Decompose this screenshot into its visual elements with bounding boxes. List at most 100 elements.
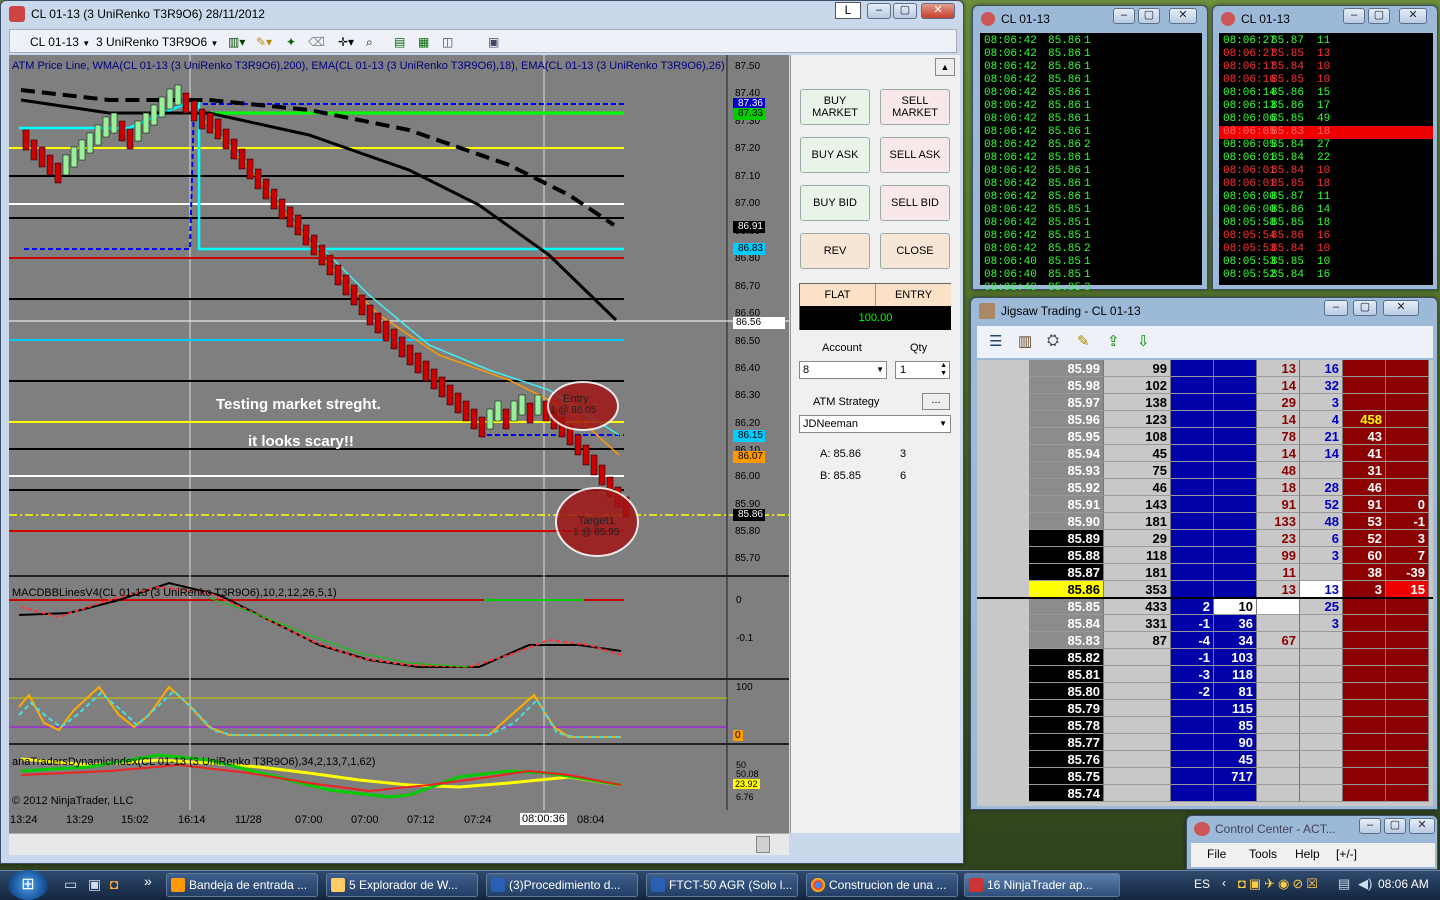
dom-cell-a2[interactable]: -39	[1386, 564, 1429, 581]
dom-cell-b2[interactable]: 115	[1214, 700, 1257, 717]
dom-cell-b1[interactable]	[1171, 445, 1214, 462]
dom-cell-a2[interactable]: 15	[1386, 581, 1429, 598]
data-box-icon[interactable]: ▣	[483, 32, 504, 52]
dom-row[interactable]: 85.87 181 11 38 -39	[977, 564, 1432, 581]
dom-cell-s2[interactable]	[1300, 717, 1343, 734]
annotation-1[interactable]: Testing market streght.	[216, 396, 381, 413]
dom-cell-s1[interactable]	[1257, 598, 1300, 615]
dom-cell-a2[interactable]	[1386, 411, 1429, 428]
buy-market-button[interactable]: BUY MARKET	[800, 89, 870, 125]
dom-cell-s1[interactable]	[1257, 615, 1300, 632]
dom-cell-s1[interactable]: 11	[1257, 564, 1300, 581]
dom-row[interactable]: 85.88 118 99 3 60 7	[977, 547, 1432, 564]
account-select[interactable]: 8 ▼	[799, 361, 887, 379]
dom-cell-s1[interactable]	[1257, 768, 1300, 785]
dom-cell-a2[interactable]: 0	[1386, 496, 1429, 513]
explorer-quicklaunch-icon[interactable]: ▣	[88, 876, 101, 893]
dom-cell-b2[interactable]	[1214, 377, 1257, 394]
dom-cell-b1[interactable]: -3	[1171, 666, 1214, 683]
dom-cell-b2[interactable]: 103	[1214, 649, 1257, 666]
dom-cell-a2[interactable]	[1386, 683, 1429, 700]
dom-cell-b2[interactable]	[1214, 564, 1257, 581]
dom-cell-a1[interactable]	[1343, 768, 1386, 785]
volume-icon[interactable]: ◀)	[1358, 876, 1372, 892]
period-selector[interactable]: 3 UniRenko T3R9O6 ▼	[91, 32, 223, 52]
dom-cell-s1[interactable]	[1257, 649, 1300, 666]
network-icon[interactable]: ▤	[1338, 876, 1350, 892]
close-button[interactable]: ✕	[921, 3, 955, 19]
dom-cell-b2[interactable]: 10	[1214, 598, 1257, 615]
maximize-button[interactable]: ▢	[893, 3, 917, 19]
order-panel-scroll-up[interactable]: ▲	[935, 58, 955, 76]
draw-tool-icon[interactable]: ✦	[281, 32, 301, 52]
dom-row[interactable]: 85.82 -1 103	[977, 649, 1432, 666]
dom-cell-s2[interactable]: 3	[1300, 615, 1343, 632]
dom-row[interactable]: 85.76 45	[977, 751, 1432, 768]
dom-cell-a2[interactable]	[1386, 360, 1429, 377]
dom-cell-a2[interactable]: 3	[1386, 530, 1429, 547]
sell-ask-button[interactable]: SELL ASK	[880, 137, 950, 173]
buy-ask-button[interactable]: BUY ASK	[800, 137, 870, 173]
dom-row[interactable]: 85.98 102 14 32	[977, 377, 1432, 394]
dom-cell-b2[interactable]	[1214, 496, 1257, 513]
dom-cell-a1[interactable]	[1343, 649, 1386, 666]
dom-cell-b1[interactable]	[1171, 513, 1214, 530]
start-button[interactable]: ⊞	[8, 870, 48, 900]
dom-cell-b1[interactable]	[1171, 717, 1214, 734]
buy-bid-button[interactable]: BUY BID	[800, 185, 870, 221]
dom-cell-a2[interactable]	[1386, 700, 1429, 717]
dom-row[interactable]: 85.86 353 13 13 3 15	[977, 581, 1432, 598]
qty-stepper[interactable]: 1 ▲ ▼	[895, 361, 950, 379]
dom-cell-a2[interactable]	[1386, 717, 1429, 734]
dom-cell-b1[interactable]	[1171, 751, 1214, 768]
dom-cell-b2[interactable]	[1214, 394, 1257, 411]
dom-row[interactable]: 85.78 85	[977, 717, 1432, 734]
dom-cell-s2[interactable]: 48	[1300, 513, 1343, 530]
tray-icons[interactable]: ◘▣✈◉⊘☒	[1238, 876, 1321, 892]
dom-row[interactable]: 85.85 433 2 10 25	[977, 598, 1432, 615]
dom-cell-b1[interactable]	[1171, 377, 1214, 394]
dom-cell-s2[interactable]: 3	[1300, 547, 1343, 564]
dom-cell-s2[interactable]: 3	[1300, 394, 1343, 411]
dom-cell-s1[interactable]	[1257, 751, 1300, 768]
dom-cell-s1[interactable]: 133	[1257, 513, 1300, 530]
dom-row[interactable]: 85.75 717	[977, 768, 1432, 785]
dom-row[interactable]: 85.96 123 14 4 458	[977, 411, 1432, 428]
dom-cell-s2[interactable]: 4	[1300, 411, 1343, 428]
dom-cell-b2[interactable]	[1214, 462, 1257, 479]
dom-cell-s2[interactable]: 13	[1300, 581, 1343, 598]
dom-cell-s2[interactable]: 21	[1300, 428, 1343, 445]
crosshair-icon[interactable]: ✛▾	[333, 32, 359, 52]
dom-cell-s2[interactable]	[1300, 785, 1343, 802]
ts1-list[interactable]: 08:06:42 85.86 1 08:06:42 85.86 1 08:06:42 85.8…	[980, 33, 1202, 294]
dom-row[interactable]: 85.81 -3 118	[977, 666, 1432, 683]
dom-cell-a1[interactable]: 458	[1343, 411, 1386, 428]
chart-properties-icon[interactable]: ◫	[437, 32, 458, 52]
dom-cell-b1[interactable]	[1171, 547, 1214, 564]
taskbar-item-word[interactable]: (3)Procedimiento d...	[486, 873, 638, 897]
dom-cell-b1[interactable]	[1171, 479, 1214, 496]
dom-cell-a2[interactable]: -1	[1386, 513, 1429, 530]
dom-row[interactable]: 85.83 87 -4 34 67	[977, 632, 1432, 649]
dom-cell-a2[interactable]	[1386, 428, 1429, 445]
dom-cell-a1[interactable]: 46	[1343, 479, 1386, 496]
dom-row[interactable]: 85.89 29 23 6 52 3	[977, 530, 1432, 547]
taskbar-item-word-2[interactable]: FTCT-50 AGR (Solo l...	[646, 873, 798, 897]
dom-row[interactable]: 85.92 46 18 28 46	[977, 479, 1432, 496]
minimize-button[interactable]: –	[1359, 818, 1381, 834]
dom-cell-b1[interactable]	[1171, 785, 1214, 802]
ts2-list[interactable]: 08:06:27 85.87 11 08:06:27 85.85 13 08:06:17 85…	[1219, 33, 1433, 285]
dom-cell-s1[interactable]	[1257, 717, 1300, 734]
dom-cell-b1[interactable]: -1	[1171, 649, 1214, 666]
dom-cell-b2[interactable]: 34	[1214, 632, 1257, 649]
dom-cell-b1[interactable]	[1171, 394, 1214, 411]
dom-cell-b1[interactable]	[1171, 496, 1214, 513]
dom-cell-a2[interactable]: 7	[1386, 547, 1429, 564]
dom-cell-s1[interactable]	[1257, 785, 1300, 802]
dom-cell-s1[interactable]: 13	[1257, 581, 1300, 598]
taskbar-item-chrome[interactable]: Construcion de una ...	[806, 873, 958, 897]
dom-cell-b2[interactable]: 90	[1214, 734, 1257, 751]
dom-cell-b2[interactable]	[1214, 530, 1257, 547]
maximize-button[interactable]: ▢	[1368, 8, 1390, 24]
dom-cell-s1[interactable]	[1257, 666, 1300, 683]
